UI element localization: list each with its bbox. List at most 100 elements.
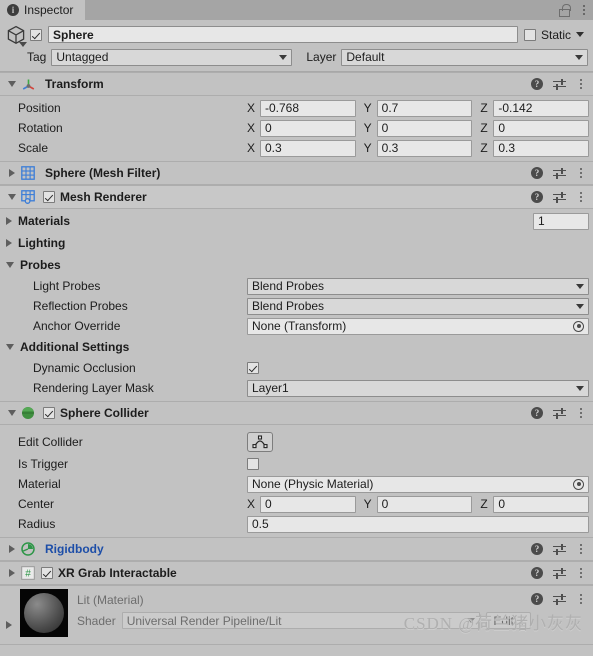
kebab-menu-icon[interactable] — [576, 544, 586, 554]
materials-foldout-row[interactable]: Materials 1 — [0, 210, 593, 232]
component-title: Rigidbody — [45, 542, 104, 556]
position-y-input[interactable]: 0.7 — [376, 99, 473, 117]
help-icon[interactable]: ? — [531, 567, 543, 579]
bottom-divider — [0, 644, 593, 645]
kebab-menu-icon[interactable] — [579, 5, 589, 15]
mesh-renderer-foldout[interactable] — [6, 194, 17, 200]
material-foldout[interactable] — [6, 589, 18, 649]
radius-input[interactable]: 0.5 — [247, 515, 589, 533]
scale-z-input[interactable]: 0.3 — [493, 139, 590, 157]
shader-dropdown[interactable]: Universal Render Pipeline/Lit — [121, 612, 481, 629]
scale-y-input[interactable]: 0.3 — [376, 139, 473, 157]
component-header-rigidbody[interactable]: Rigidbody ? — [0, 537, 593, 561]
materials-foldout-icon[interactable] — [6, 217, 12, 225]
axis-y-label: Y — [363, 141, 372, 155]
preset-icon[interactable] — [553, 593, 566, 605]
kebab-menu-icon[interactable] — [576, 79, 586, 89]
kebab-menu-icon[interactable] — [576, 168, 586, 178]
axis-x-label: X — [247, 141, 256, 155]
static-checkbox[interactable] — [523, 28, 536, 41]
sphere-collider-enabled-checkbox[interactable] — [43, 407, 55, 419]
object-picker-icon[interactable] — [573, 478, 584, 490]
mesh-filter-foldout[interactable] — [6, 169, 17, 177]
rotation-y-input[interactable]: 0 — [376, 119, 473, 137]
help-icon[interactable]: ? — [531, 593, 543, 605]
center-z-input[interactable]: 0 — [493, 495, 590, 513]
component-header-mesh-filter[interactable]: Sphere (Mesh Filter) ? — [0, 161, 593, 185]
shader-edit-label: Edit... — [493, 613, 524, 628]
position-z-input[interactable]: -0.142 — [493, 99, 590, 117]
sphere-collider-body: Edit Collider Is Trigger Material None (… — [0, 425, 593, 537]
anchor-override-objectfield[interactable]: None (Transform) — [247, 317, 589, 335]
additional-settings-label: Additional Settings — [20, 340, 130, 354]
lighting-foldout-row[interactable]: Lighting — [0, 232, 593, 254]
static-label: Static — [540, 27, 571, 42]
kebab-menu-icon[interactable] — [576, 568, 586, 578]
layer-dropdown[interactable]: Default — [341, 48, 588, 66]
reflection-probes-dropdown[interactable]: Blend Probes — [247, 297, 589, 315]
preset-icon[interactable] — [553, 567, 566, 579]
preset-icon[interactable] — [553, 543, 566, 555]
additional-settings-foldout-row[interactable]: Additional Settings — [0, 336, 593, 358]
is-trigger-checkbox[interactable] — [247, 458, 259, 470]
axis-x-label: X — [247, 101, 256, 115]
help-icon[interactable]: ? — [531, 407, 543, 419]
dynamic-occlusion-label: Dynamic Occlusion — [33, 361, 136, 375]
tag-dropdown[interactable]: Untagged — [51, 48, 293, 66]
lighting-foldout-icon[interactable] — [6, 239, 12, 247]
light-probes-row: Light Probes Blend Probes — [0, 276, 593, 296]
component-header-xr-grab-interactable[interactable]: # XR Grab Interactable ? — [0, 561, 593, 585]
help-icon[interactable]: ? — [531, 543, 543, 555]
xr-grab-enabled-checkbox[interactable] — [41, 567, 53, 579]
help-icon[interactable]: ? — [531, 78, 543, 90]
object-picker-icon[interactable] — [573, 320, 584, 332]
probes-foldout-row[interactable]: Probes — [0, 254, 593, 276]
light-probes-dropdown[interactable]: Blend Probes — [247, 277, 589, 295]
rotation-z-input[interactable]: 0 — [493, 119, 590, 137]
rotation-x-input[interactable]: 0 — [260, 119, 356, 137]
preset-icon[interactable] — [553, 78, 566, 90]
scale-x-input[interactable]: 0.3 — [260, 139, 356, 157]
gameobject-header: Sphere Static Tag Untagged Layer Default — [0, 20, 593, 72]
tab-inspector[interactable]: i Inspector — [0, 0, 86, 20]
sphere-collider-foldout[interactable] — [6, 410, 17, 416]
center-x-input[interactable]: 0 — [260, 495, 356, 513]
component-header-transform[interactable]: Transform ? — [0, 72, 593, 96]
cube-icon-dropdown[interactable] — [19, 41, 27, 47]
help-icon[interactable]: ? — [531, 191, 543, 203]
additional-settings-foldout-icon[interactable] — [6, 344, 14, 350]
gameobject-name-input[interactable]: Sphere — [48, 26, 518, 43]
rendering-layer-mask-label: Rendering Layer Mask — [33, 381, 154, 395]
rigidbody-foldout[interactable] — [6, 545, 17, 553]
center-y-input[interactable]: 0 — [376, 495, 473, 513]
edit-collider-row: Edit Collider — [0, 429, 593, 454]
xr-grab-foldout[interactable] — [6, 569, 17, 577]
axis-x-label: X — [247, 121, 256, 135]
kebab-menu-icon[interactable] — [576, 408, 586, 418]
preset-icon[interactable] — [553, 191, 566, 203]
probes-foldout-icon[interactable] — [6, 262, 14, 268]
shader-edit-button[interactable]: Edit... — [486, 612, 531, 629]
probes-label: Probes — [20, 258, 61, 272]
static-dropdown-icon[interactable] — [576, 32, 584, 37]
help-icon[interactable]: ? — [531, 167, 543, 179]
lock-open-icon[interactable] — [559, 4, 571, 17]
preset-icon[interactable] — [553, 167, 566, 179]
component-header-sphere-collider[interactable]: Sphere Collider ? — [0, 401, 593, 425]
rendering-layer-mask-dropdown[interactable]: Layer1 — [247, 379, 589, 397]
kebab-menu-icon[interactable] — [576, 594, 586, 604]
edit-collider-button[interactable] — [247, 431, 273, 452]
transform-foldout[interactable] — [6, 81, 17, 87]
component-header-mesh-renderer[interactable]: Mesh Renderer ? — [0, 185, 593, 209]
mesh-renderer-enabled-checkbox[interactable] — [43, 191, 55, 203]
dynamic-occlusion-checkbox[interactable] — [247, 362, 259, 374]
materials-count-input[interactable]: 1 — [533, 212, 589, 230]
preset-icon[interactable] — [553, 407, 566, 419]
gameobject-enabled-checkbox[interactable] — [30, 28, 42, 41]
script-hash-icon: # — [20, 565, 36, 581]
kebab-menu-icon[interactable] — [576, 192, 586, 202]
sphere-collider-icon — [20, 405, 36, 421]
position-x-input[interactable]: -0.768 — [260, 99, 356, 117]
physic-material-objectfield[interactable]: None (Physic Material) — [247, 475, 589, 493]
collider-radius-row: Radius 0.5 — [0, 514, 593, 534]
